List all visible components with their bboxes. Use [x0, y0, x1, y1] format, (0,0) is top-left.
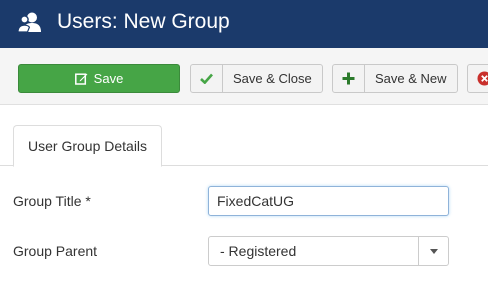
save-close-label: Save & Close [233, 71, 312, 86]
group-title-input[interactable] [208, 186, 449, 216]
save-close-button[interactable]: Save & Close [190, 64, 323, 93]
group-parent-select[interactable]: - Registered [208, 236, 449, 266]
plus-icon [342, 72, 355, 85]
caret-down-icon [429, 248, 438, 254]
save-close-icon-box [191, 65, 223, 92]
tab-bar: User Group Details [0, 125, 488, 167]
toolbar: Save Save & Close Save & New [0, 48, 488, 105]
edit-icon [74, 73, 88, 85]
save-new-icon-box [333, 65, 365, 92]
group-parent-label: Group Parent [13, 243, 98, 259]
group-parent-value: - Registered [220, 243, 297, 259]
check-icon [200, 73, 213, 84]
save-button[interactable]: Save [18, 64, 180, 93]
cancel-button[interactable] [467, 64, 488, 93]
dropdown-toggle[interactable] [418, 237, 448, 265]
page-header: Users: New Group [0, 0, 488, 48]
save-button-label: Save [93, 71, 124, 86]
tab-user-group-details[interactable]: User Group Details [13, 125, 163, 167]
save-new-label: Save & New [375, 71, 447, 86]
users-icon [17, 12, 41, 33]
save-new-button[interactable]: Save & New [332, 64, 458, 93]
group-title-label: Group Title * [13, 193, 91, 209]
cancel-icon [477, 71, 488, 86]
page-title: Users: New Group [57, 10, 230, 33]
cancel-icon-box [468, 65, 488, 92]
